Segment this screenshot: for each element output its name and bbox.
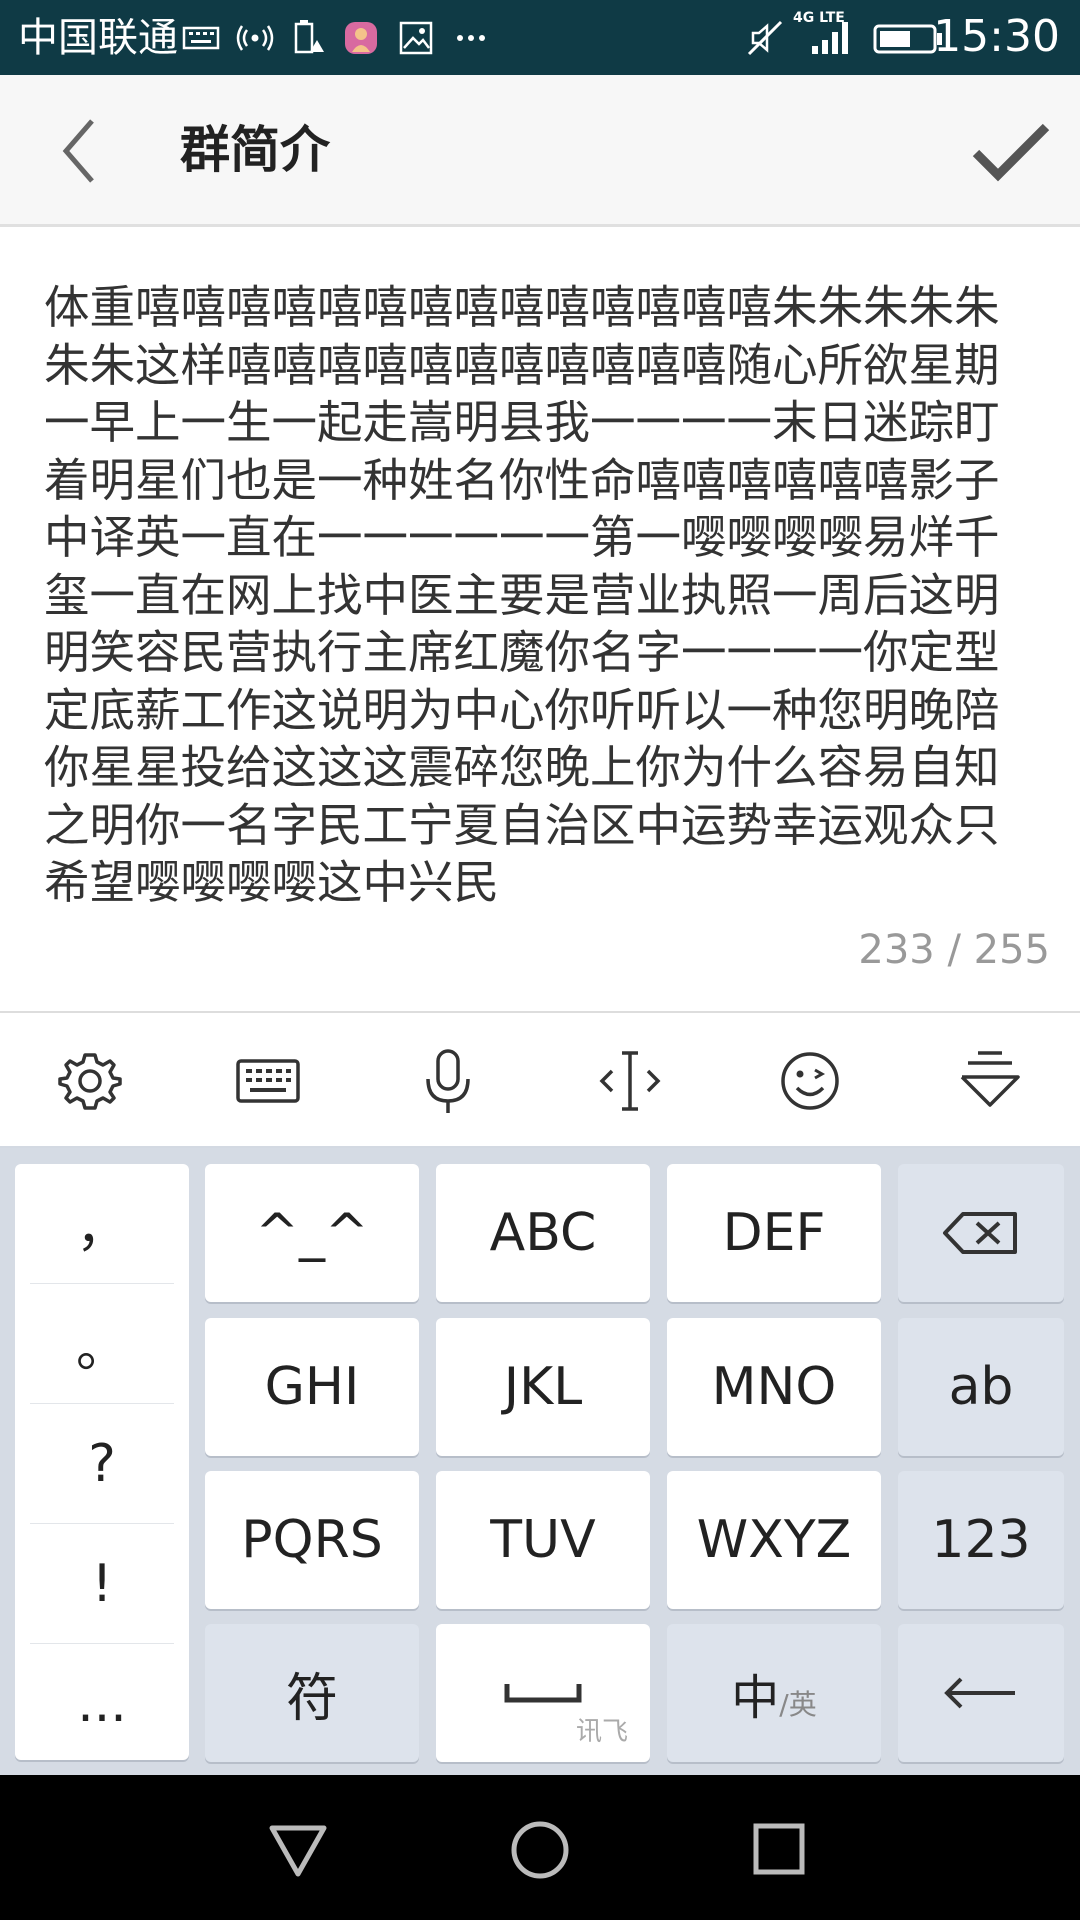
carrier-label: 中国联通 [18, 15, 178, 61]
emoji-icon[interactable] [770, 1041, 850, 1121]
keyboard-layout-icon[interactable] [228, 1041, 308, 1121]
enter-key[interactable] [898, 1624, 1064, 1762]
chevron-left-icon[interactable] [40, 105, 130, 195]
more-icon [457, 35, 485, 41]
key-def[interactable]: DEF [667, 1164, 881, 1302]
ime-keyboard: ， 。 ? ! ... ^_^ ABC DEF GHI JKL MNO ab P… [0, 1148, 1080, 1775]
intro-textarea[interactable]: 体重嘻嘻嘻嘻嘻嘻嘻嘻嘻嘻嘻嘻嘻嘻朱朱朱朱朱朱朱这样嘻嘻嘻嘻嘻嘻嘻嘻嘻嘻嘻随心所欲… [44, 279, 1044, 912]
microphone-icon[interactable] [408, 1041, 488, 1121]
group-intro-editor[interactable]: 体重嘻嘻嘻嘻嘻嘻嘻嘻嘻嘻嘻嘻嘻嘻朱朱朱朱朱朱朱这样嘻嘻嘻嘻嘻嘻嘻嘻嘻嘻嘻随心所欲… [0, 227, 1080, 1013]
clock: 15:30 [933, 11, 1060, 62]
punct-question-key[interactable]: ? [30, 1404, 174, 1524]
settings-icon[interactable] [50, 1041, 130, 1121]
system-nav-bar [0, 1775, 1080, 1920]
symbols-key[interactable]: 符 [205, 1624, 419, 1762]
key-ghi[interactable]: GHI [205, 1318, 419, 1456]
key-abc[interactable]: ABC [436, 1164, 650, 1302]
cursor-icon[interactable] [590, 1041, 670, 1121]
punctuation-column[interactable]: ， 。 ? ! ... [15, 1164, 189, 1760]
language-toggle-key[interactable]: 中/英 [667, 1624, 881, 1762]
backspace-key[interactable] [898, 1164, 1064, 1302]
status-bar: 中国联通 4G LTE 15:30 [0, 0, 1080, 75]
numbers-key[interactable]: 123 [898, 1471, 1064, 1609]
language-toggle-label: 中/英 [731, 1658, 816, 1728]
punct-exclamation-key[interactable]: ! [30, 1524, 174, 1644]
signal-icon [812, 22, 848, 54]
lang-main-label: 中 [731, 1670, 780, 1726]
app-header: 群简介 [0, 75, 1080, 227]
char-counter: 233 / 255 [858, 927, 1050, 973]
recents-square-icon[interactable] [740, 1810, 820, 1890]
space-icon [504, 1684, 582, 1703]
enter-icon [944, 1677, 1015, 1709]
key-mno[interactable]: MNO [667, 1318, 881, 1456]
key-pqrs[interactable]: PQRS [205, 1471, 419, 1609]
battery-saver-icon [294, 20, 324, 54]
punct-ellipsis-key[interactable]: ... [30, 1644, 174, 1764]
image-icon [399, 21, 433, 55]
key-wxyz[interactable]: WXYZ [667, 1471, 881, 1609]
key-jkl[interactable]: JKL [436, 1318, 650, 1456]
lang-sub-label: /英 [779, 1688, 817, 1721]
ime-brand-label: 讯飞 [575, 1717, 628, 1747]
space-key[interactable]: 讯飞 [436, 1624, 650, 1762]
checkmark-icon[interactable] [960, 105, 1060, 195]
hide-keyboard-icon[interactable] [950, 1041, 1030, 1121]
key-ab-toggle[interactable]: ab [898, 1318, 1064, 1456]
key-tuv[interactable]: TUV [436, 1471, 650, 1609]
emoticon-key[interactable]: ^_^ [205, 1164, 419, 1302]
backspace-icon [943, 1212, 1017, 1254]
app-avatar-icon [345, 22, 377, 54]
page-title: 群简介 [180, 121, 330, 179]
back-triangle-icon[interactable] [258, 1810, 338, 1890]
home-circle-icon[interactable] [500, 1810, 580, 1890]
keyboard-icon [182, 26, 220, 50]
hotspot-icon [236, 25, 274, 51]
punct-period-key[interactable]: 。 [30, 1284, 174, 1404]
keyboard-toolbar [0, 1015, 1080, 1148]
mute-icon [747, 20, 783, 56]
punct-comma-key[interactable]: ， [30, 1164, 174, 1284]
